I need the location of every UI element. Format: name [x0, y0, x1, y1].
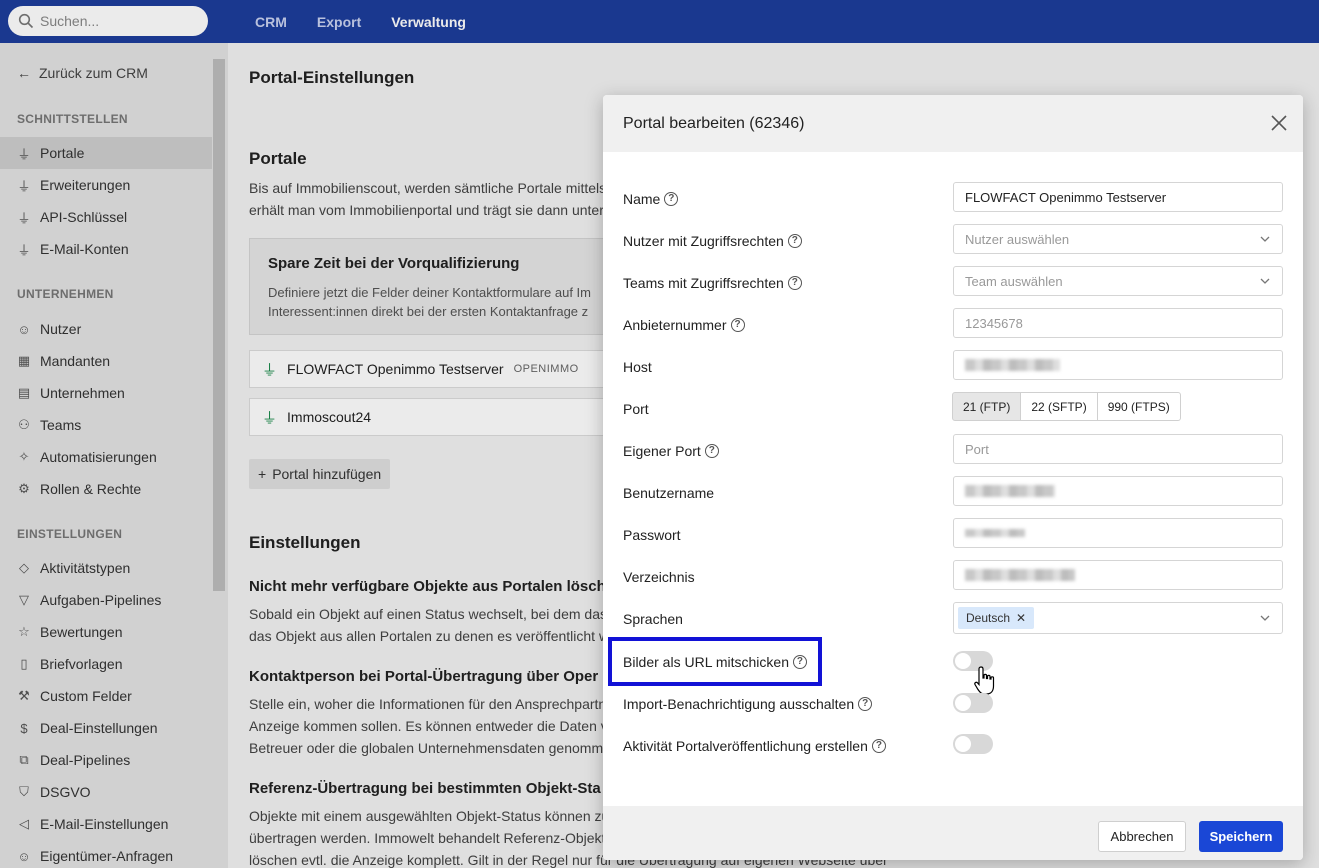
nutzer-select[interactable]: Nutzer auswählen: [953, 224, 1283, 254]
dialog-footer: [603, 806, 1303, 860]
import-toggle[interactable]: [953, 693, 993, 713]
label-name: Name?: [623, 191, 679, 207]
redacted-value: [965, 529, 1025, 537]
port-option-ftps[interactable]: 990 (FTPS): [1096, 392, 1181, 421]
port-option-ftp[interactable]: 21 (FTP): [952, 392, 1022, 421]
label-teams: Teams mit Zugriffsrechten?: [623, 275, 802, 291]
remove-chip-icon[interactable]: ✕: [1016, 611, 1026, 625]
label-host: Host: [623, 359, 652, 375]
label-sprachen: Sprachen: [623, 611, 683, 627]
cancel-button[interactable]: Abbrechen: [1098, 821, 1186, 852]
label-eigener-port: Eigener Port?: [623, 443, 719, 459]
redacted-value: [965, 359, 1060, 371]
label-verzeichnis: Verzeichnis: [623, 569, 695, 585]
help-icon[interactable]: ?: [871, 739, 886, 753]
highlight-box: [608, 637, 822, 686]
label-anbieter: Anbieternummer?: [623, 317, 745, 333]
edit-portal-dialog: Portal bearbeiten (62346) Name? FLOWFACT…: [603, 95, 1303, 860]
save-button[interactable]: Speichern: [1199, 821, 1283, 852]
host-input[interactable]: [953, 350, 1283, 380]
help-icon[interactable]: ?: [787, 234, 802, 248]
help-icon[interactable]: ?: [704, 444, 719, 458]
anbieter-input[interactable]: 12345678: [953, 308, 1283, 338]
label-aktivitaet: Aktivität Portalveröffentlichung erstell…: [623, 738, 886, 754]
dialog-title: Portal bearbeiten (62346): [623, 115, 805, 132]
port-segmented-control: 21 (FTP) 22 (SFTP) 990 (FTPS): [952, 392, 1181, 421]
chevron-down-icon: [1260, 236, 1270, 242]
label-nutzer: Nutzer mit Zugriffsrechten?: [623, 233, 802, 249]
label-passwort: Passwort: [623, 527, 681, 543]
redacted-value: [965, 569, 1075, 581]
help-icon[interactable]: ?: [858, 697, 873, 711]
aktivitaet-toggle[interactable]: [953, 734, 993, 754]
passwort-input[interactable]: [953, 518, 1283, 548]
verzeichnis-input[interactable]: [953, 560, 1283, 590]
close-icon[interactable]: [1269, 113, 1289, 133]
language-chip: Deutsch ✕: [958, 607, 1035, 629]
label-import: Import-Benachrichtigung ausschalten?: [623, 696, 873, 712]
label-benutzername: Benutzername: [623, 485, 715, 501]
name-field[interactable]: FLOWFACT Openimmo Testserver: [953, 182, 1283, 212]
teams-select[interactable]: Team auswählen: [953, 266, 1283, 296]
chevron-down-icon: [1260, 615, 1270, 621]
port-option-sftp[interactable]: 22 (SFTP): [1020, 392, 1098, 421]
label-port: Port: [623, 401, 649, 417]
help-icon[interactable]: ?: [664, 192, 679, 206]
help-icon[interactable]: ?: [787, 276, 802, 290]
eigener-port-input[interactable]: Port: [953, 434, 1283, 464]
redacted-value: [965, 485, 1055, 497]
chevron-down-icon: [1260, 278, 1270, 284]
help-icon[interactable]: ?: [730, 318, 745, 332]
sprachen-select[interactable]: Deutsch ✕: [953, 602, 1283, 634]
benutzername-input[interactable]: [953, 476, 1283, 506]
